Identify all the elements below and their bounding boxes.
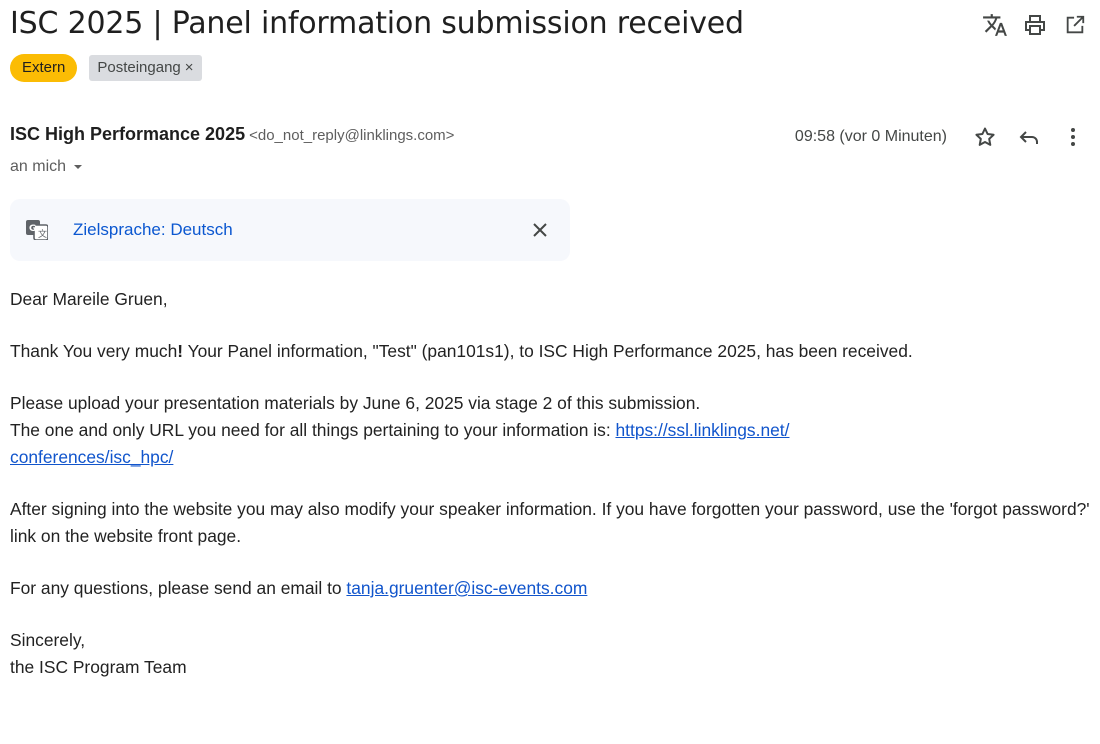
signature: the ISC Program Team <box>10 657 187 677</box>
contact-email-link[interactable]: tanja.gruenter@isc-events.com <box>346 578 587 598</box>
closing: Sincerely, <box>10 630 86 650</box>
open-in-new-window-icon <box>1066 15 1085 34</box>
close-translate-bar-button[interactable] <box>524 214 556 246</box>
conference-url-part2: conferences/isc_hpc/ <box>10 447 174 467</box>
closing-block: Sincerely, the ISC Program Team <box>10 627 1095 681</box>
email-subject: ISC 2025 | Panel information submission … <box>10 6 744 41</box>
chevron-down-icon <box>74 165 83 169</box>
translate-bar: G 文 Zielsprache: Deutsch <box>10 199 570 261</box>
recipient-text: an mich <box>10 158 67 175</box>
confirmation-rest: Your Panel information, "Test" (pan101s1… <box>183 341 913 361</box>
recipient-details-toggle[interactable]: an mich <box>10 158 84 176</box>
greeting: Dear Mareile Gruen, <box>10 289 168 309</box>
svg-text:文: 文 <box>38 228 47 240</box>
reply-icon <box>1019 131 1038 144</box>
body-paragraph-contact: For any questions, please send an email … <box>10 575 1095 602</box>
print-icon <box>1025 15 1045 35</box>
google-translate-icon: G 文 <box>26 220 48 240</box>
extern-label: Extern <box>10 54 78 82</box>
translate-button[interactable] <box>975 8 1015 42</box>
print-button[interactable] <box>1015 8 1055 42</box>
body-paragraph-upload: Please upload your presentation material… <box>10 390 1095 471</box>
more-options-button[interactable] <box>1051 120 1095 154</box>
message-time: 09:58 (vor 0 Minuten) <box>794 128 947 145</box>
translate-icon <box>983 14 1007 36</box>
conference-url-part1: https://ssl.linklings.net/ <box>615 420 790 440</box>
reply-button[interactable] <box>1007 120 1051 154</box>
open-in-new-window-button[interactable] <box>1055 8 1095 42</box>
star-icon <box>975 127 995 146</box>
contact-intro: For any questions, please send an email … <box>10 578 347 598</box>
svg-text:G: G <box>29 224 36 234</box>
remove-label-icon[interactable]: × <box>185 55 194 81</box>
target-language-link[interactable]: Zielsprache: Deutsch <box>73 220 233 240</box>
sender-row: ISC High Performance 2025 <do_not_reply@l… <box>10 124 1095 154</box>
url-intro: The one and only URL you need for all th… <box>10 420 616 440</box>
inbox-label[interactable]: Posteingang × <box>89 55 202 81</box>
close-icon <box>533 223 547 237</box>
body-paragraph-confirmation: Thank You very much! Your Panel informat… <box>10 338 1095 365</box>
body-paragraph-signin: After signing into the website you may a… <box>10 499 1090 546</box>
sender-name[interactable]: ISC High Performance 2025 <box>10 124 245 144</box>
star-button[interactable] <box>963 120 1007 154</box>
subject-actions <box>975 8 1095 42</box>
upload-instructions: Please upload your presentation material… <box>10 393 701 413</box>
inbox-label-text: Posteingang <box>97 59 181 76</box>
sender-email: <do_not_reply@linklings.com> <box>249 127 455 144</box>
label-chips: Extern Posteingang × <box>10 54 202 82</box>
more-vertical-icon <box>1071 128 1075 146</box>
message-meta: 09:58 (vor 0 Minuten) <box>795 120 1095 154</box>
email-body: Dear Mareile Gruen, Thank You very much!… <box>10 286 1095 706</box>
confirmation-start: Thank You very much <box>10 341 178 361</box>
subject-row: ISC 2025 | Panel information submission … <box>10 0 1095 50</box>
